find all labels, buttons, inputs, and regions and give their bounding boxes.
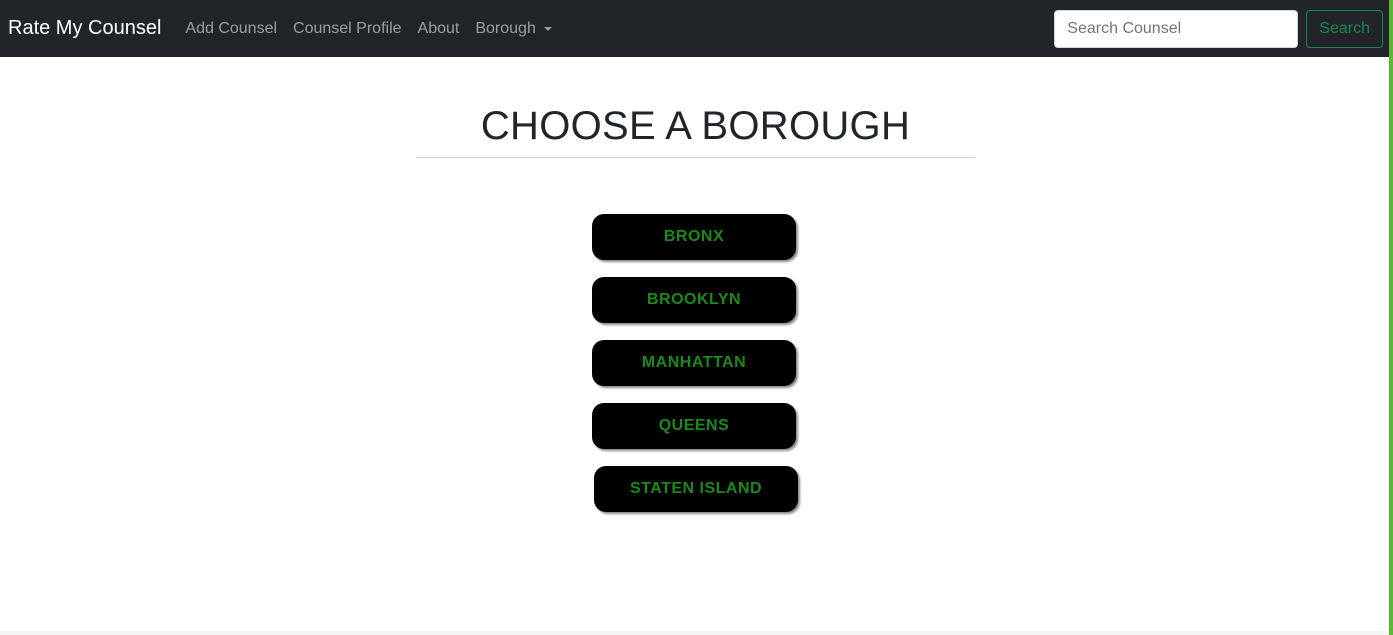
nav-link-about[interactable]: About [410, 20, 468, 38]
brand-link[interactable]: Rate My Counsel [8, 17, 161, 40]
search-button[interactable]: Search [1306, 10, 1383, 48]
footer-divider [0, 631, 1389, 635]
borough-button-bronx[interactable]: BRONX [592, 214, 796, 260]
borough-button-brooklyn[interactable]: BROOKLYN [592, 277, 796, 323]
caret-down-icon [543, 26, 552, 31]
nav-link-counsel-profile[interactable]: Counsel Profile [285, 20, 410, 38]
page-heading: CHOOSE A BOROUGH [416, 104, 975, 158]
page-frame: Rate My Counsel Add Counsel Counsel Prof… [0, 0, 1393, 635]
borough-button-manhattan[interactable]: MANHATTAN [592, 340, 796, 386]
top-navbar: Rate My Counsel Add Counsel Counsel Prof… [0, 0, 1389, 57]
page-title: CHOOSE A BOROUGH [480, 104, 911, 148]
search-input[interactable] [1054, 10, 1299, 48]
nav-dropdown-borough[interactable]: Borough [467, 20, 560, 38]
borough-button-staten-island[interactable]: STATEN ISLAND [594, 466, 798, 512]
nav-dropdown-borough-label: Borough [475, 19, 536, 37]
search-form: Search [1054, 10, 1383, 48]
nav-link-add-counsel[interactable]: Add Counsel [177, 20, 285, 38]
borough-button-queens[interactable]: QUEENS [592, 403, 796, 449]
